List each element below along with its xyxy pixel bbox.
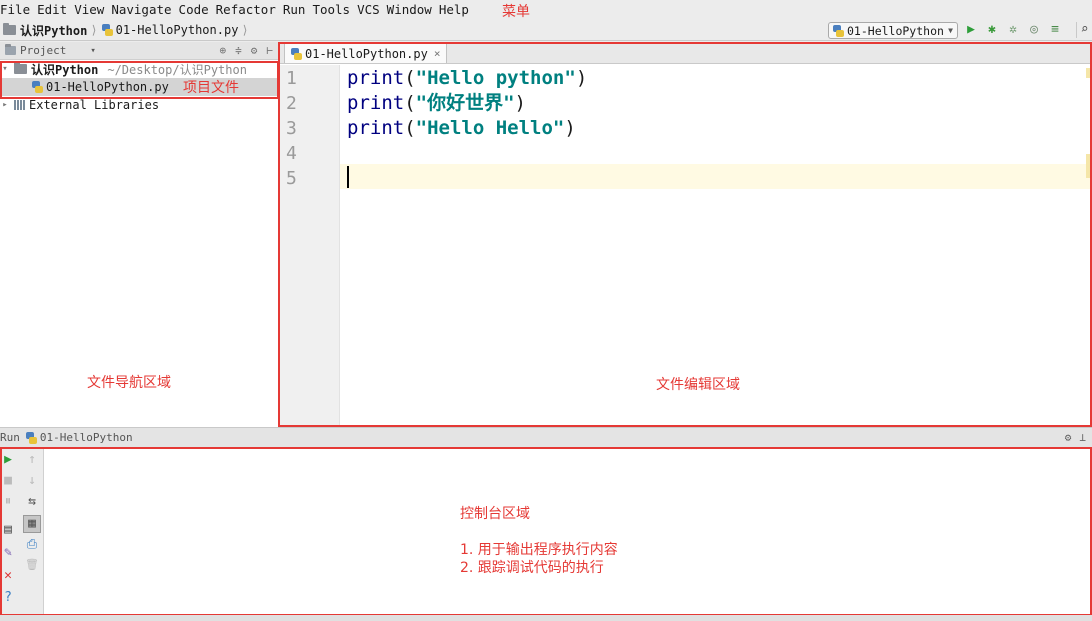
hide-panel-icon[interactable]: ⊢ <box>266 44 273 57</box>
scroll-to-end-icon[interactable]: ▦ <box>23 515 41 533</box>
breadcrumb-separator: ⟩ <box>90 23 98 37</box>
status-bar <box>0 615 1092 621</box>
menu-navigate[interactable]: Navigate <box>108 0 174 20</box>
profile-icon[interactable]: ◎ <box>1026 22 1042 38</box>
python-icon <box>25 431 37 444</box>
annotation-console-line2: 2. 跟踪调试代码的执行 <box>460 560 604 576</box>
menu-run[interactable]: Run <box>280 0 309 20</box>
line-number-gutter: 1 2 3 4 5 <box>280 65 340 425</box>
tree-external-libraries[interactable]: ▸ External Libraries <box>0 96 278 114</box>
annotation-file-editor: 文件编辑区域 <box>656 377 740 393</box>
scroll-marker <box>1086 154 1092 178</box>
run-config-tab[interactable]: 01-HelloPython <box>40 431 133 444</box>
menu-edit[interactable]: Edit <box>34 0 70 20</box>
tree-root-project[interactable]: ▾ 认识Python ~/Desktop/认识Python <box>0 60 278 78</box>
code-editor[interactable]: print("Hello python") print("你好世界") prin… <box>340 65 1092 425</box>
code-line: print("你好世界") <box>347 92 526 114</box>
run-icon[interactable]: ▶ <box>963 22 979 38</box>
rerun-icon[interactable]: ▶ <box>0 452 16 468</box>
menu-file[interactable]: File <box>0 0 33 20</box>
help-icon[interactable]: ? <box>0 590 16 606</box>
line-number: 1 <box>286 68 297 89</box>
pause-icon[interactable]: ⏸ <box>0 494 16 510</box>
locate-icon[interactable]: ⊕ <box>220 44 227 57</box>
editor-panel: 01-HelloPython.py × 1 2 3 4 5 print("Hel… <box>278 42 1092 427</box>
menu-window[interactable]: Window <box>384 0 435 20</box>
soft-wrap-icon[interactable]: ⇆ <box>24 494 40 510</box>
gear-icon[interactable]: ⚙ <box>251 44 258 57</box>
print-icon[interactable]: ⎙ <box>24 537 40 553</box>
folder-icon <box>3 23 16 35</box>
annotation-menu: 菜单 <box>502 4 530 20</box>
coverage-icon[interactable]: ✲ <box>1005 22 1021 38</box>
project-panel-header: Project ▾ ⊕ ≑ ⚙ ⊢ <box>0 42 278 60</box>
run-header-icons: ⚙ ⊥ <box>1065 431 1092 444</box>
menu-code[interactable]: Code <box>176 0 212 20</box>
breadcrumb-file[interactable]: 01-HelloPython.py <box>101 23 238 37</box>
project-view-icon <box>5 44 16 55</box>
menu-tools[interactable]: Tools <box>309 0 353 20</box>
expand-arrow-icon[interactable]: ▾ <box>0 64 10 74</box>
scroll-marker <box>1086 68 1092 78</box>
editor-tab-bar: 01-HelloPython.py × <box>278 42 1092 64</box>
python-file-icon <box>291 47 302 60</box>
project-view-select[interactable]: Project <box>20 44 66 57</box>
line-number: 3 <box>286 118 297 139</box>
build-icon[interactable]: ≡ <box>1047 22 1063 38</box>
code-line: print("Hello Hello") <box>347 117 576 139</box>
annotation-console-title: 控制台区域 <box>460 506 530 522</box>
text-caret <box>347 166 349 188</box>
line-number: 4 <box>286 143 297 164</box>
menu-view[interactable]: View <box>71 0 107 20</box>
console-panel: ▶ ■ ⏸ ▤ ✎ ✕ ? ↑ ↓ ⇆ ▦ ⎙ 🗑 <box>0 447 1092 615</box>
panel-header-icons: ⊕ ≑ ⚙ ⊢ <box>220 44 279 57</box>
project-path: ~/Desktop/认识Python <box>107 62 247 77</box>
gear-icon[interactable]: ⚙ <box>1065 431 1072 444</box>
layout-icon[interactable]: ▤ <box>0 522 16 538</box>
annotation-file-navigation: 文件导航区域 <box>87 375 171 391</box>
debug-icon[interactable]: ✱ <box>984 22 1000 38</box>
menu-refactor[interactable]: Refactor <box>213 0 279 20</box>
library-icon <box>14 100 26 110</box>
chevron-down-icon: ▼ <box>948 26 953 35</box>
line-number: 2 <box>286 93 297 114</box>
project-name: 认识Python <box>31 62 99 77</box>
menu-bar: File Edit View Navigate Code Refactor Ru… <box>0 0 1092 20</box>
expand-arrow-icon[interactable]: ▸ <box>0 100 10 110</box>
current-line-highlight <box>340 164 1092 189</box>
hide-panel-icon[interactable]: ⊥ <box>1079 431 1086 444</box>
code-line: print("Hello python") <box>347 67 588 89</box>
chevron-down-icon[interactable]: ▾ <box>90 46 95 56</box>
pin-icon[interactable]: ✎ <box>0 545 16 561</box>
folder-icon <box>14 62 27 74</box>
run-label: Run <box>0 431 20 444</box>
trash-icon[interactable]: 🗑 <box>24 557 40 573</box>
menu-vcs[interactable]: VCS <box>354 0 383 20</box>
python-file-icon <box>101 24 113 36</box>
python-icon <box>833 24 844 37</box>
arrow-down-icon[interactable]: ↓ <box>24 473 40 489</box>
python-file-icon <box>32 81 43 93</box>
breadcrumb-separator: ⟩ <box>241 23 249 37</box>
stop-icon[interactable]: ■ <box>0 473 16 489</box>
run-config-select[interactable]: 01-HelloPython ▼ <box>828 22 958 39</box>
breadcrumb-project[interactable]: 认识Python <box>0 22 87 39</box>
close-icon[interactable]: ✕ <box>0 568 16 584</box>
annotation-console-line1: 1. 用于输出程序执行内容 <box>460 542 618 558</box>
menu-help[interactable]: Help <box>436 0 472 20</box>
annotation-project-files: 项目文件 <box>183 80 239 96</box>
collapse-all-icon[interactable]: ≑ <box>235 44 242 57</box>
search-icon[interactable]: ⌕ <box>1076 22 1092 38</box>
project-panel: Project ▾ ⊕ ≑ ⚙ ⊢ ▾ 认识Python ~/Desktop/认… <box>0 42 278 427</box>
run-panel-header: Run 01-HelloPython ⚙ ⊥ <box>0 427 1092 447</box>
close-icon[interactable]: × <box>434 47 441 60</box>
editor-tab[interactable]: 01-HelloPython.py × <box>284 43 448 63</box>
arrow-up-icon[interactable]: ↑ <box>24 452 40 468</box>
console-toolbar: ▶ ■ ⏸ ▤ ✎ ✕ ? ↑ ↓ ⇆ ▦ ⎙ 🗑 <box>0 447 44 615</box>
line-number: 5 <box>286 168 297 189</box>
